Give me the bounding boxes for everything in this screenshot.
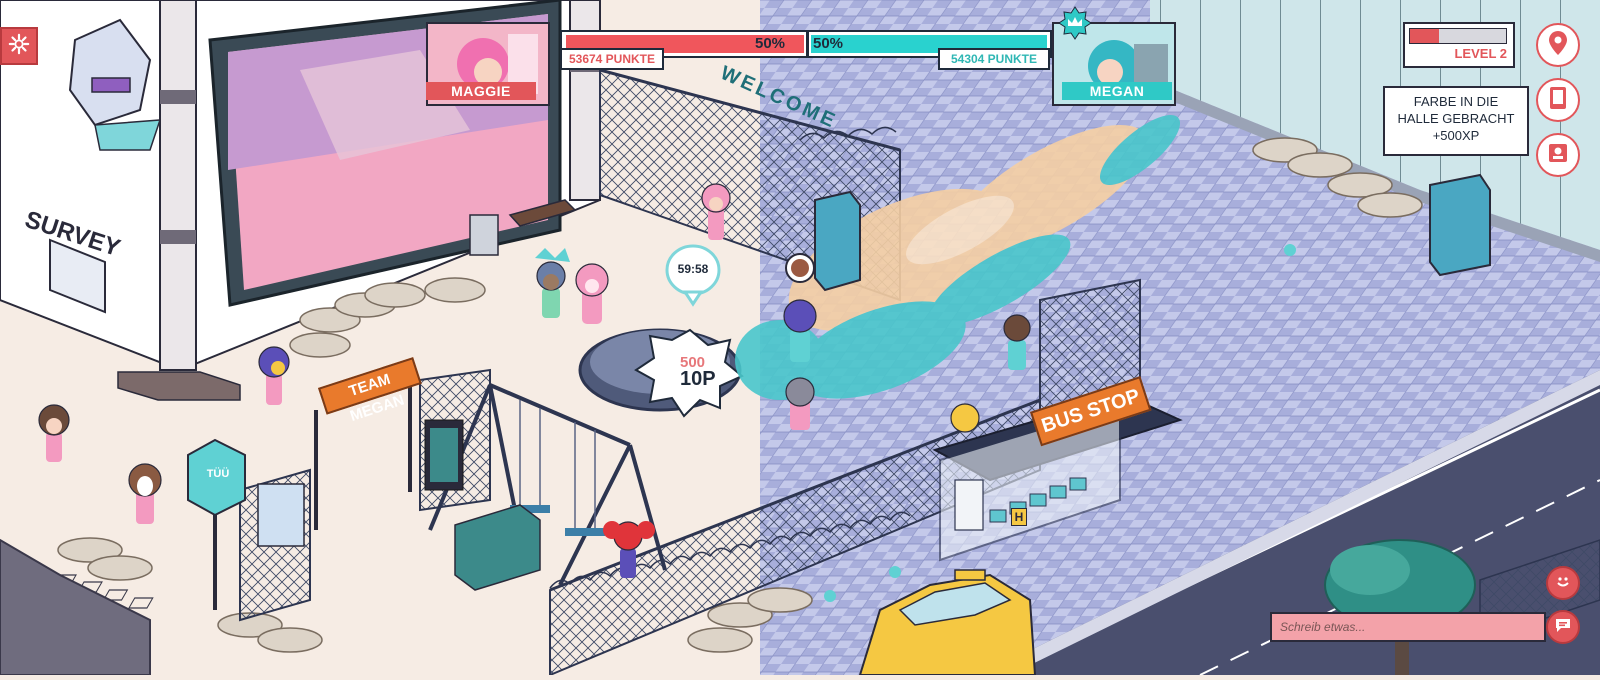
xp-line-1: FARBE IN DIE [1413,94,1499,109]
score-divider [806,32,809,56]
megan-percent: 50% [813,35,844,52]
emoji-button[interactable] [1546,566,1580,600]
tablet-button[interactable] [1536,78,1580,122]
profile-card-icon [1546,141,1570,170]
chat-input[interactable] [1272,614,1544,640]
megan-crown-icon [1058,6,1092,45]
megan-points: 54304 PUNKTE [938,48,1050,70]
xp-line-3: +500XP [1432,128,1480,143]
chat-field[interactable] [1270,612,1546,642]
capture-timer: 59:58 [677,262,709,276]
porta-potty [814,190,861,292]
megan-name: MEGAN [1062,82,1172,100]
gear-icon [8,33,30,60]
map-pin-icon [1547,30,1569,61]
chat-bubble-icon [1554,616,1572,639]
maggie-percent: 50% [755,35,786,52]
character-yellow [950,403,980,433]
character-pink-shorts [785,377,815,430]
game-scene[interactable]: WELCOME SURVEY TEAM MEGAN BUS STOP H TÜÜ… [0,0,1600,677]
tablet-icon [1547,85,1569,116]
xp-notification: FARBE IN DIE HALLE GEBRACHT +500XP [1383,86,1529,156]
level-progress-bar [1409,28,1507,44]
level-indicator: LEVEL 2 [1403,22,1515,68]
xp-line-2: HALLE GEBRACHT [1397,111,1515,126]
map-button[interactable] [1536,23,1580,67]
bus-stop-marker: H [1011,508,1027,526]
capture-points: 10P [680,368,716,390]
settings-button[interactable] [0,27,38,65]
maggie-name: MAGGIE [426,82,536,100]
level-label: LEVEL 2 [1454,46,1507,61]
level-progress-fill [1410,29,1439,43]
profile-button[interactable] [1536,133,1580,177]
kiosk-label: TÜÜ [206,468,230,480]
maggie-points: 53674 PUNKTE [560,48,664,70]
chat-send-button[interactable] [1546,610,1580,644]
smiley-icon [1553,571,1573,596]
